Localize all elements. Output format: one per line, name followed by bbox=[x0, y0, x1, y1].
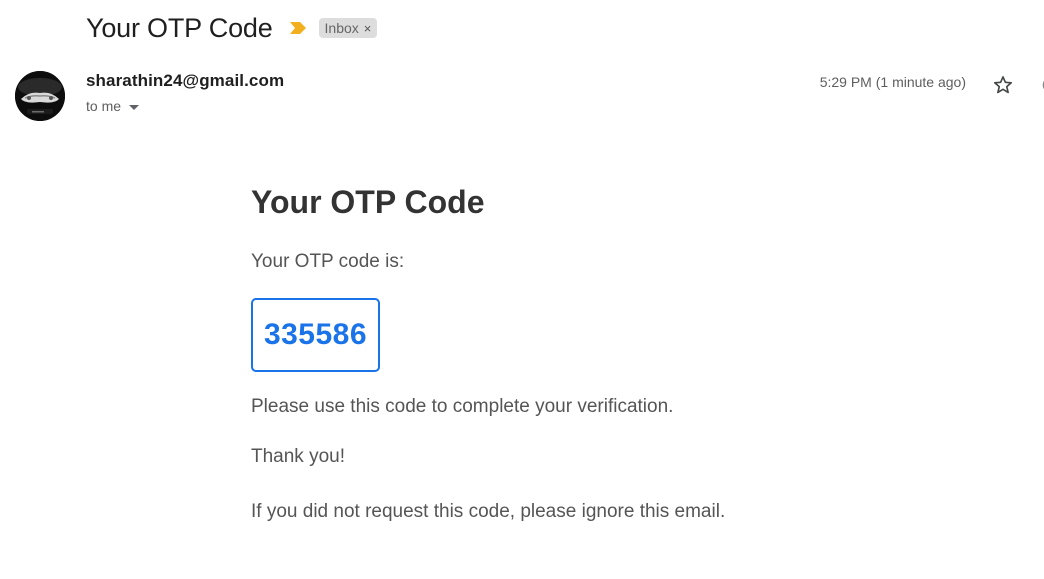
subject-row: Your OTP Code Inbox × bbox=[86, 10, 378, 46]
sender-avatar[interactable] bbox=[15, 71, 65, 121]
instruction-text: Please use this code to complete your ve… bbox=[251, 396, 674, 417]
otp-code: 335586 bbox=[263, 318, 368, 351]
thanks-text: Thank you! bbox=[251, 446, 345, 467]
importance-marker-icon[interactable] bbox=[289, 21, 307, 35]
inbox-label-chip[interactable]: Inbox × bbox=[318, 18, 378, 38]
email-body: Your OTP Code Your OTP code is: 335586 P… bbox=[251, 180, 851, 525]
inbox-label-text: Inbox bbox=[324, 20, 359, 36]
email-timestamp: 5:29 PM (1 minute ago) bbox=[819, 74, 966, 90]
email-subject: Your OTP Code bbox=[86, 12, 273, 43]
star-button[interactable] bbox=[990, 72, 1016, 98]
more-options-icon[interactable] bbox=[1038, 76, 1044, 94]
star-icon bbox=[993, 76, 1013, 94]
body-title: Your OTP Code bbox=[251, 184, 485, 220]
chevron-down-icon[interactable] bbox=[129, 105, 140, 110]
recipient-details-toggle[interactable]: to me bbox=[86, 98, 140, 114]
disclaimer-text: If you did not request this code, please… bbox=[251, 501, 726, 522]
recipient-label: to me bbox=[86, 98, 122, 114]
otp-code-box: 335586 bbox=[251, 298, 380, 372]
otp-intro-text: Your OTP code is: bbox=[251, 251, 405, 272]
remove-label-icon[interactable]: × bbox=[364, 21, 372, 36]
sender-email[interactable]: sharathin24@gmail.com bbox=[86, 71, 284, 91]
